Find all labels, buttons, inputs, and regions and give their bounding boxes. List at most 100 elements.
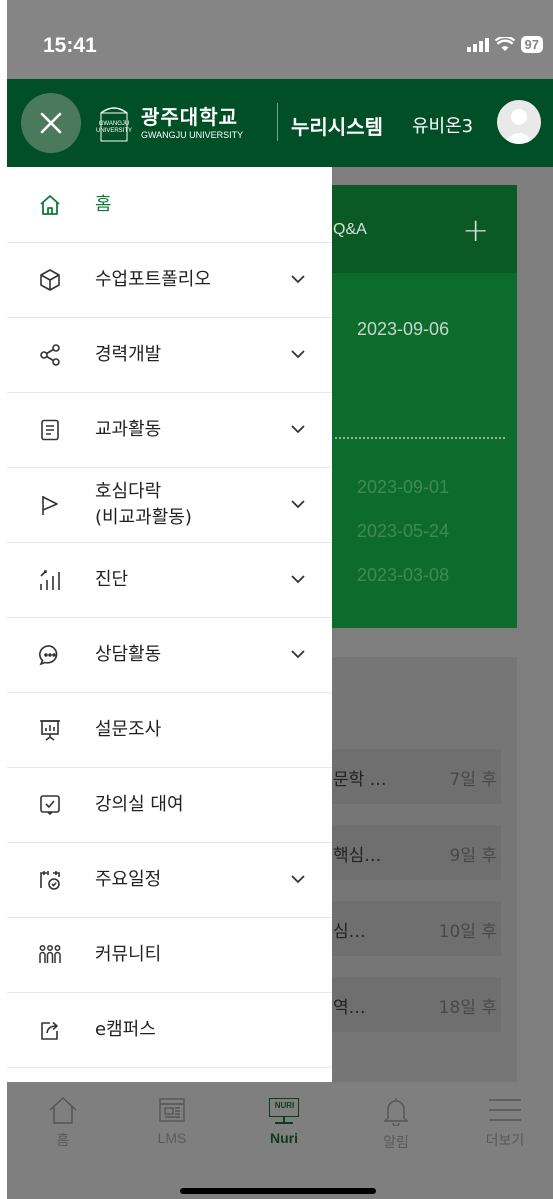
close-icon (40, 112, 62, 134)
tab-more[interactable]: 더보기 (465, 1096, 545, 1156)
tab-label: 홈 (56, 1132, 70, 1148)
menu-item-label: 설문조사 (95, 718, 162, 740)
status-icons: 97 (466, 36, 543, 53)
survey-icon (37, 717, 63, 743)
list-item-text: 문학 … (333, 770, 387, 790)
lms-icon (159, 1098, 185, 1122)
chevron-down-icon[interactable] (290, 647, 306, 663)
menu-item-extracurricular[interactable]: 호심다락 (비교과활동) (7, 467, 332, 543)
home-icon (49, 1097, 77, 1124)
bottom-tab-bar: 홈 LMS NURI Nuri 알림 더보기 (7, 1082, 553, 1199)
menu-item-survey[interactable]: 설문조사 (7, 692, 332, 768)
menu-item-schedule[interactable]: 주요일정 (7, 842, 332, 918)
checkbox-icon (37, 792, 63, 818)
list-item: 문학 … 7일 후 (329, 749, 501, 804)
schedule-card: 문학 … 7일 후 핵심… 9일 후 심… 10일 후 역… 18일 후 (321, 657, 517, 1097)
menu-item-label: 호심다락 (비교과활동) (95, 480, 192, 528)
university-name-en: GWANGJU UNIVERSITY (141, 129, 244, 140)
list-item: 핵심… 9일 후 (329, 825, 501, 880)
card-date: 2023-03-08 (357, 565, 450, 585)
chevron-down-icon[interactable] (290, 347, 306, 363)
list-item: 역… 18일 후 (329, 977, 501, 1032)
menu-item-label: 홈 (95, 193, 112, 215)
signal-icon (466, 37, 489, 52)
user-name[interactable]: 유비온3 (412, 112, 473, 138)
card-date: 2023-09-06 (357, 319, 450, 339)
menu-item-community[interactable]: 커뮤니티 (7, 917, 332, 993)
tab-nuri[interactable]: NURI Nuri (244, 1096, 324, 1156)
app-header: GWANGJU UNIVERSITY 광주대학교 GWANGJU UNIVERS… (7, 79, 553, 167)
menu-item-diagnosis[interactable]: 진단 (7, 542, 332, 618)
add-icon[interactable]: + (462, 211, 489, 249)
calendar-icon (37, 867, 63, 893)
list-item-days: 7일 후 (449, 770, 498, 790)
menu-item-label: 상담활동 (95, 643, 162, 665)
chevron-down-icon[interactable] (290, 572, 306, 588)
list-item: 심… 10일 후 (329, 901, 501, 956)
document-icon (37, 417, 63, 443)
wifi-icon (494, 37, 515, 51)
menu-item-portfolio[interactable]: 수업포트폴리오 (7, 242, 332, 318)
home-icon (37, 192, 63, 218)
university-name-kr: 광주대학교 (141, 104, 238, 129)
menu-item-label: 커뮤니티 (95, 943, 162, 965)
list-item-text: 핵심… (333, 846, 382, 866)
menu-item-curricular[interactable]: 교과활동 (7, 392, 332, 468)
app-frame: 15:41 97 GWANGJU UNIVERSITY 광주대학교 GWANGJ… (7, 0, 553, 1199)
menu-item-home[interactable]: 홈 (7, 167, 332, 243)
qa-card: Q&A + 2023-09-06 2023-09-01 2023-05-24 2… (321, 185, 517, 628)
nuri-icon-text: NURI (274, 1101, 295, 1110)
tab-label: 더보기 (485, 1132, 525, 1148)
menu-item-label: 강의실 대여 (95, 793, 184, 815)
chevron-down-icon[interactable] (290, 872, 306, 888)
tab-lms[interactable]: LMS (132, 1096, 212, 1156)
cube-icon (37, 267, 63, 293)
bar-chart-icon (37, 567, 63, 593)
emblem-text: GWANGJU UNIVERSITY (95, 121, 132, 134)
menu-item-ecampus[interactable]: e캠퍼스 (7, 992, 332, 1068)
home-indicator (180, 1188, 376, 1194)
menu-item-label: 진단 (95, 568, 129, 590)
chevron-down-icon[interactable] (290, 422, 306, 438)
menu-icon (489, 1099, 521, 1121)
battery-indicator: 97 (520, 36, 543, 53)
list-item-days: 18일 후 (438, 998, 497, 1018)
card-date: 2023-05-24 (357, 521, 450, 541)
external-link-icon (37, 1017, 63, 1043)
menu-item-label: 경력개발 (95, 343, 162, 365)
menu-item-room-rental[interactable]: 강의실 대여 (7, 767, 332, 843)
status-bar: 15:41 97 (7, 0, 553, 79)
qa-card-title: Q&A (333, 221, 367, 238)
menu-item-label: 교과활동 (95, 418, 162, 440)
tab-label: Nuri (270, 1130, 298, 1146)
list-item-days: 10일 후 (438, 922, 497, 942)
qa-card-header: Q&A + (321, 185, 517, 273)
tab-label: LMS (157, 1130, 187, 1146)
menu-item-counseling[interactable]: 상담활동 (7, 617, 332, 693)
list-item-days: 9일 후 (449, 846, 498, 866)
nuri-icon: NURI (269, 1096, 299, 1124)
tab-notifications[interactable]: 알림 (356, 1096, 436, 1156)
menu-item-label: 수업포트폴리오 (95, 268, 211, 290)
menu-item-career[interactable]: 경력개발 (7, 317, 332, 393)
university-emblem: GWANGJU UNIVERSITY (95, 103, 133, 143)
avatar[interactable] (497, 100, 541, 144)
list-item-text: 역… (333, 998, 366, 1018)
tab-label: 알림 (383, 1134, 409, 1150)
tab-home[interactable]: 홈 (23, 1096, 103, 1156)
menu-item-label: e캠퍼스 (95, 1018, 156, 1040)
chat-icon (37, 642, 63, 668)
user-avatar-icon (503, 109, 535, 144)
community-icon (37, 942, 63, 968)
chevron-down-icon[interactable] (290, 497, 306, 513)
header-divider (277, 103, 278, 141)
chevron-down-icon[interactable] (290, 272, 306, 288)
bell-icon (383, 1098, 409, 1126)
card-date: 2023-09-01 (357, 477, 450, 497)
close-menu-button[interactable] (21, 93, 81, 153)
share-icon (37, 342, 63, 368)
list-item-text: 심… (333, 922, 366, 942)
system-name: 누리시스템 (291, 115, 383, 139)
navigation-drawer: 홈 수업포트폴리오 경력개발 교과활동 호심다락 (비교과활동) 진단 상담활동… (7, 167, 332, 1082)
university-logo[interactable]: GWANGJU UNIVERSITY 광주대학교 GWANGJU UNIVERS… (95, 103, 243, 143)
